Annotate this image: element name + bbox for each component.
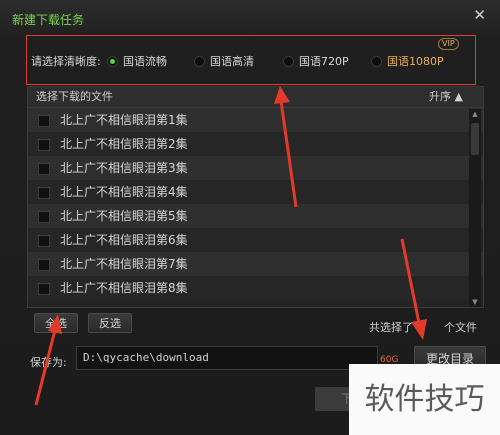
list-item[interactable]: 北上广不相信眼泪第2集 [28, 132, 483, 156]
quality-selector: 请选择清晰度: 国语流畅 国语高清 国语720P 国语1080P [26, 35, 476, 85]
checkbox[interactable] [38, 259, 50, 271]
quality-option-720p[interactable]: 国语720P [283, 53, 349, 69]
scroll-up-icon[interactable]: ▲ [470, 109, 480, 119]
file-list: 选择下载的文件 升序 ▲ 北上广不相信眼泪第1集 北上广不相信眼泪第2集 北上广… [27, 86, 484, 308]
file-name: 北上广不相信眼泪第8集 [60, 281, 188, 295]
checkbox[interactable] [38, 187, 50, 199]
invert-selection-button[interactable]: 反选 [88, 313, 132, 333]
selected-prefix: 共选择了 [369, 321, 413, 334]
checkbox[interactable] [38, 235, 50, 247]
sort-toggle[interactable]: 升序 ▲ [429, 87, 463, 107]
sort-label: 升序 [429, 90, 452, 103]
list-item[interactable]: 北上广不相信眼泪第3集 [28, 156, 483, 180]
scrollbar[interactable]: ▲ ▼ [469, 109, 481, 307]
file-list-title: 选择下载的文件 [36, 90, 113, 103]
quality-option-smooth[interactable]: 国语流畅 [107, 53, 167, 69]
checkbox[interactable] [38, 139, 50, 151]
vip-badge: VIP [438, 38, 459, 50]
list-item[interactable]: 北上广不相信眼泪第5集 [28, 204, 483, 228]
watermark: 软件技巧 [349, 364, 500, 435]
selected-count: 共选择了 个文件 [369, 319, 477, 335]
radio-icon [194, 55, 205, 67]
quality-option-label: 国语1080P [387, 55, 444, 68]
quality-option-hd[interactable]: 国语高清 [194, 53, 254, 69]
dialog-title: 新建下载任务 [12, 13, 85, 27]
quality-option-1080p[interactable]: 国语1080P [371, 53, 444, 69]
quality-label: 请选择清晰度: [31, 55, 101, 68]
scroll-down-icon[interactable]: ▼ [470, 297, 480, 307]
save-path-field[interactable]: D:\qycache\download [76, 346, 378, 370]
quality-option-label: 国语720P [299, 55, 349, 68]
close-icon[interactable]: ✕ [473, 6, 486, 24]
radio-icon [283, 55, 294, 67]
list-item[interactable]: 北上广不相信眼泪第8集 [28, 276, 483, 300]
checkbox[interactable] [38, 211, 50, 223]
select-all-button[interactable]: 全选 [34, 313, 78, 333]
file-rows: 北上广不相信眼泪第1集 北上广不相信眼泪第2集 北上广不相信眼泪第3集 北上广不… [28, 108, 483, 300]
scrollbar-thumb[interactable] [471, 123, 479, 155]
file-list-header: 选择下载的文件 升序 ▲ [28, 87, 483, 108]
checkbox[interactable] [38, 115, 50, 127]
file-name: 北上广不相信眼泪第1集 [60, 113, 188, 127]
list-item[interactable]: 北上广不相信眼泪第7集 [28, 252, 483, 276]
file-name: 北上广不相信眼泪第7集 [60, 257, 188, 271]
sort-up-icon: ▲ [451, 90, 463, 103]
list-item[interactable]: 北上广不相信眼泪第4集 [28, 180, 483, 204]
quality-option-label: 国语流畅 [123, 55, 167, 68]
radio-icon [107, 55, 118, 67]
quality-option-label: 国语高清 [210, 55, 254, 68]
file-name: 北上广不相信眼泪第3集 [60, 161, 188, 175]
selected-suffix: 个文件 [444, 321, 477, 334]
checkbox[interactable] [38, 283, 50, 295]
file-name: 北上广不相信眼泪第5集 [60, 209, 188, 223]
file-name: 北上广不相信眼泪第4集 [60, 185, 188, 199]
radio-icon [371, 55, 382, 67]
save-label: 保存为: [30, 356, 67, 369]
list-item[interactable]: 北上广不相信眼泪第6集 [28, 228, 483, 252]
file-name: 北上广不相信眼泪第6集 [60, 233, 188, 247]
list-item[interactable]: 北上广不相信眼泪第1集 [28, 108, 483, 132]
checkbox[interactable] [38, 163, 50, 175]
file-name: 北上广不相信眼泪第2集 [60, 137, 188, 151]
